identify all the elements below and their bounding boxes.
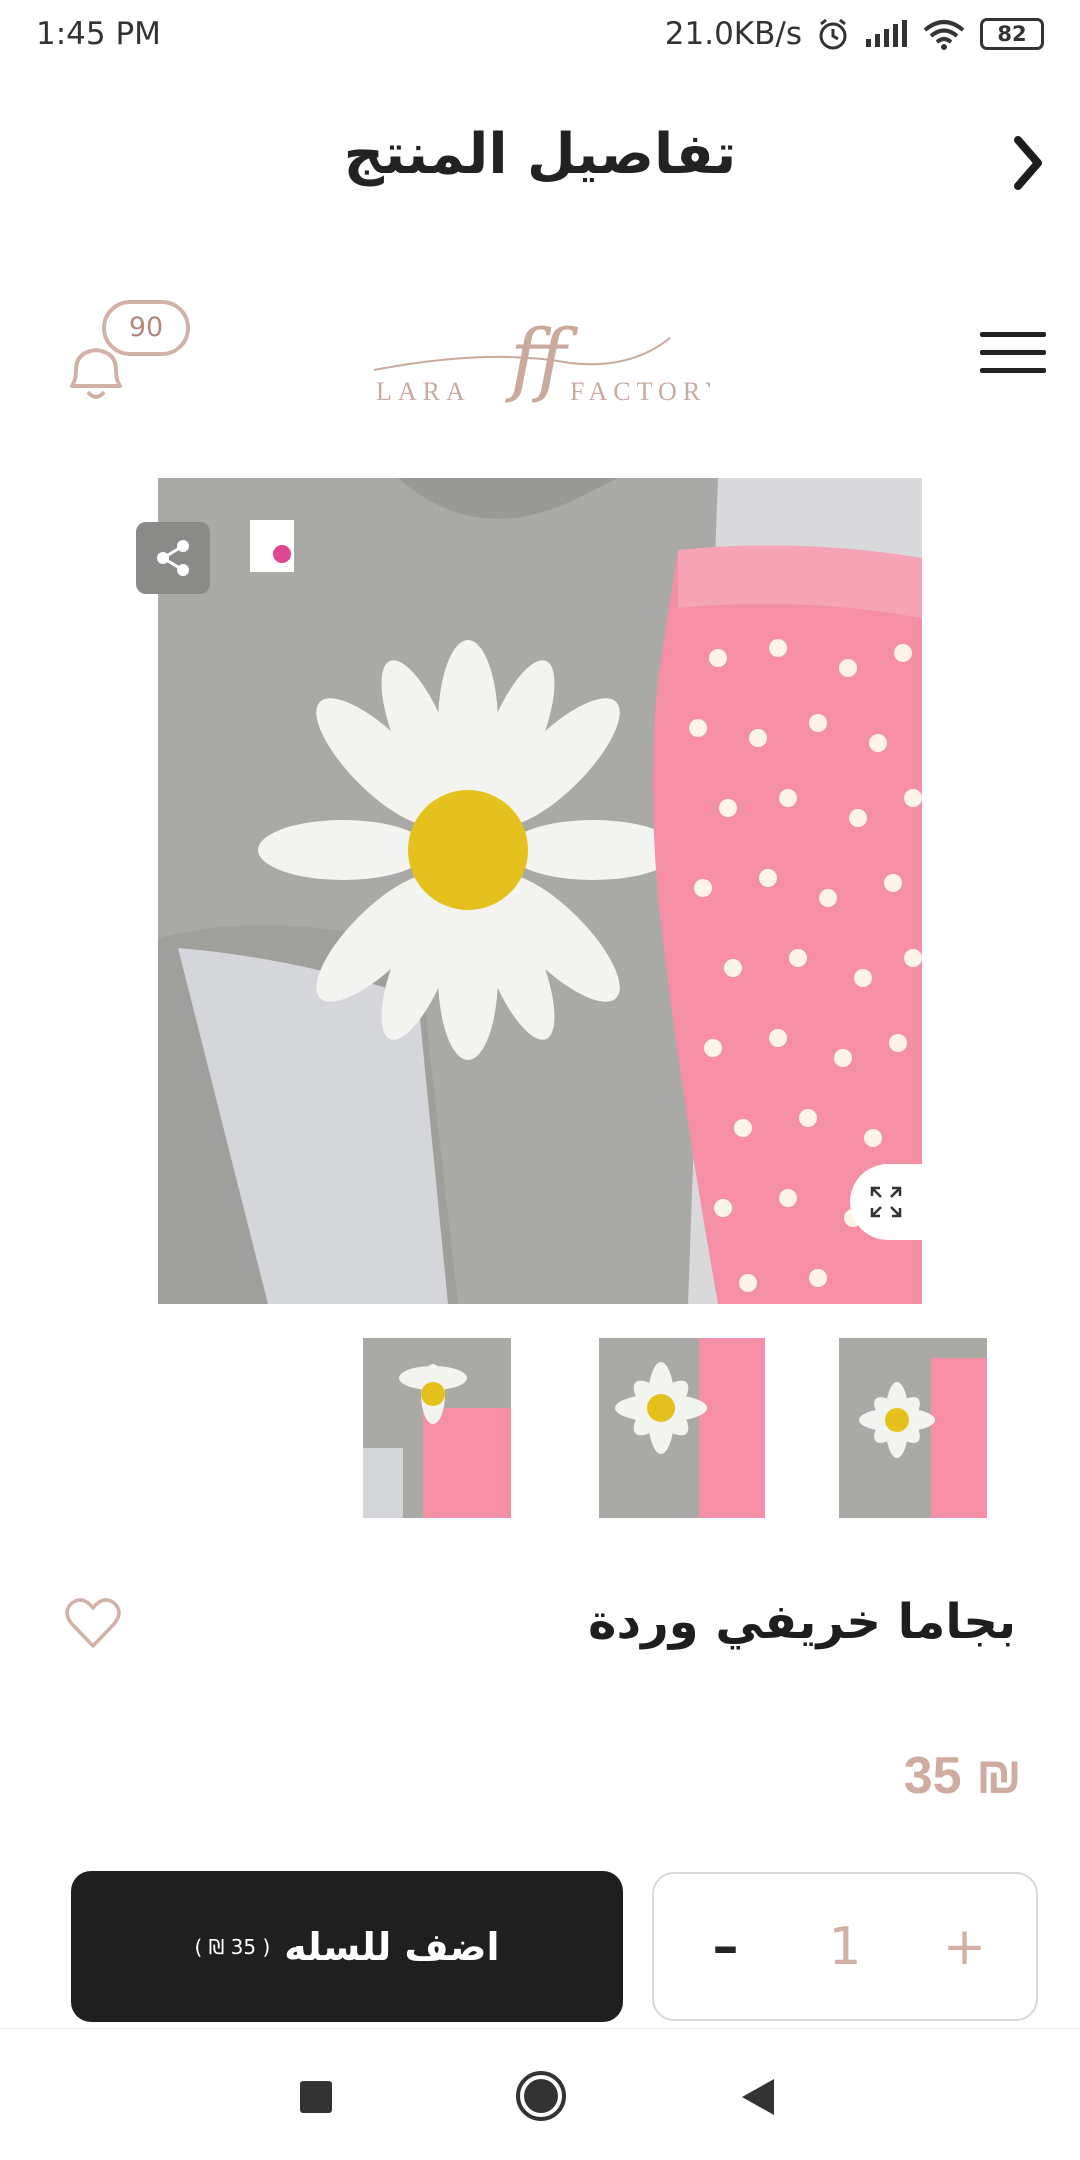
status-icons: 21.0KB/s 82 [665,16,1044,52]
favorite-button[interactable] [64,1596,122,1650]
alarm-icon [819,18,847,50]
add-to-cart-label: اضف للسله [284,1924,500,1969]
system-nav-bar [0,2028,1080,2160]
brand-bar: 90 ff LARA FACTORY [0,290,1080,440]
logo-text-lara: LARA [376,377,471,406]
share-button[interactable] [136,522,210,594]
menu-button[interactable] [980,332,1046,380]
share-icon [157,540,189,576]
logo-text-factory: FACTORY [570,377,710,406]
app-header: تفاصيل المنتج [0,100,1080,230]
product-photo [158,478,922,1304]
quantity-decrease-button[interactable]: – [685,1917,765,1977]
quantity-value: 1 [828,1916,862,1977]
expand-image-button[interactable] [850,1164,922,1240]
product-price: 35 ₪ [903,1747,1022,1805]
chevron-right-icon [1014,136,1042,190]
network-speed: 21.0KB/s [664,16,802,52]
thumbnail-1[interactable] [363,1338,511,1518]
recent-apps-icon[interactable] [300,2081,332,2113]
brand-logo: ff LARA FACTORY [373,312,710,406]
add-to-cart-button[interactable]: اضف للسله ( 35 ₪ ) [71,1871,623,2022]
status-time: 1:45 PM [36,16,161,52]
logo-monogram: ff [505,312,579,405]
page-title: تفاصيل المنتج [343,122,737,187]
signal-icon [866,20,907,47]
thumbnail-2[interactable] [599,1338,765,1518]
home-icon[interactable] [516,2071,566,2121]
notifications-button[interactable]: 90 [62,300,202,410]
product-main-image[interactable] [158,478,922,1304]
wifi-icon [923,20,965,50]
expand-icon [870,1186,902,1218]
heart-icon [65,1598,121,1648]
quantity-increase-button[interactable]: + [925,1917,1005,1977]
thumbnail-3[interactable] [839,1338,987,1518]
battery-indicator: 82 [980,18,1044,50]
quantity-stepper: – 1 + [652,1872,1038,2021]
add-to-cart-price: ( 35 ₪ ) [194,1934,271,1959]
status-bar: 1:45 PM 21.0KB/s 82 [0,0,1080,68]
back-triangle-icon[interactable] [742,2079,774,2115]
hamburger-icon [980,332,1046,337]
back-button[interactable] [996,128,1056,198]
product-title: بجاما خريفي وردة [588,1594,1016,1650]
notification-count: 90 [102,300,190,356]
